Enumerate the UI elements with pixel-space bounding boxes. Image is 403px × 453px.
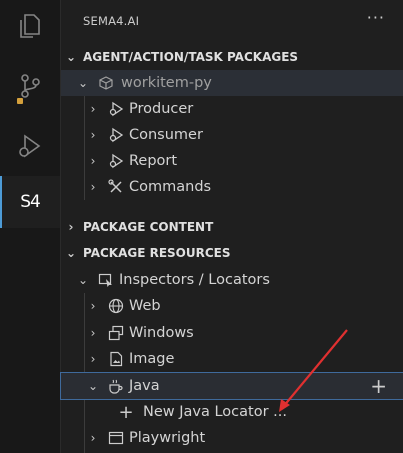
more-actions-button[interactable]: ···: [367, 8, 385, 27]
sidebar-title: SEMA4.AI: [83, 14, 140, 28]
inspectors-label: Inspectors / Locators: [119, 272, 270, 288]
locator-java[interactable]: ⌄ Java +: [60, 372, 403, 400]
task-consumer[interactable]: › Consumer: [61, 122, 403, 148]
chevron-right-icon: ›: [90, 431, 96, 445]
source-control-icon[interactable]: [0, 60, 60, 112]
task-label: Consumer: [129, 127, 203, 143]
package-label: workitem-py: [121, 75, 212, 91]
chevron-right-icon: ›: [90, 154, 96, 168]
task-label: Commands: [129, 179, 212, 195]
chevron-right-icon: ›: [68, 220, 74, 234]
chevron-right-icon: ›: [90, 352, 96, 366]
new-java-locator[interactable]: + New Java Locator ...: [61, 399, 403, 425]
locator-windows[interactable]: › Windows: [61, 320, 403, 346]
locator-label: Playwright: [129, 430, 206, 446]
inspectors-locators[interactable]: ⌄ Inspectors / Locators: [61, 267, 403, 293]
chevron-down-icon: ⌄: [77, 273, 89, 287]
section-packages[interactable]: ⌄ AGENT/ACTION/TASK PACKAGES: [61, 44, 403, 70]
run-debug-icon[interactable]: [0, 120, 60, 172]
locator-web[interactable]: › Web: [61, 293, 403, 319]
task-producer[interactable]: › Producer: [61, 96, 403, 122]
package-workitem-py[interactable]: ⌄ workitem-py: [61, 70, 403, 96]
chevron-down-icon: ⌄: [77, 76, 89, 90]
sidebar: SEMA4.AI ··· ⌄ AGENT/ACTION/TASK PACKAGE…: [60, 0, 403, 453]
add-locator-button[interactable]: +: [370, 373, 387, 399]
task-label: Report: [129, 153, 178, 169]
locator-playwright[interactable]: › Playwright: [61, 425, 403, 451]
task-label: Producer: [129, 101, 194, 117]
task-run-icon: [105, 101, 127, 117]
section-package-content[interactable]: › PACKAGE CONTENT: [61, 214, 403, 240]
chevron-down-icon: ⌄: [87, 379, 99, 393]
sema4-icon[interactable]: S4: [0, 176, 60, 228]
task-report[interactable]: › Report: [61, 148, 403, 174]
section-content-label: PACKAGE CONTENT: [83, 220, 214, 234]
plus-icon: +: [118, 401, 134, 423]
task-run-icon: [105, 127, 127, 143]
coffee-cup-icon: [105, 378, 127, 394]
package-icon: [95, 76, 117, 90]
locator-image[interactable]: › Image: [61, 346, 403, 372]
chevron-down-icon: ⌄: [65, 246, 77, 260]
sema4-label: S4: [20, 192, 41, 212]
change-badge: [17, 98, 23, 104]
locator-label: Web: [129, 298, 161, 314]
windows-icon: [105, 325, 127, 341]
chevron-right-icon: ›: [90, 102, 96, 116]
task-run-icon: [105, 153, 127, 169]
inspector-icon: [95, 272, 117, 288]
section-resources-label: PACKAGE RESOURCES: [83, 246, 231, 260]
chevron-right-icon: ›: [90, 326, 96, 340]
tools-icon: [105, 179, 127, 195]
new-java-locator-label: New Java Locator ...: [143, 404, 287, 420]
chevron-right-icon: ›: [90, 128, 96, 142]
locator-label: Image: [129, 351, 175, 367]
chevron-down-icon: ⌄: [65, 50, 77, 64]
section-packages-label: AGENT/ACTION/TASK PACKAGES: [83, 50, 299, 64]
task-commands[interactable]: › Commands: [61, 174, 403, 200]
chevron-right-icon: ›: [90, 180, 96, 194]
browser-window-icon: [105, 430, 127, 446]
explorer-icon[interactable]: [0, 0, 60, 52]
locator-label: Windows: [129, 325, 194, 341]
chevron-right-icon: ›: [90, 299, 96, 313]
locator-label: Java: [129, 378, 160, 394]
activity-bar: S4: [0, 0, 61, 453]
image-file-icon: [105, 351, 127, 367]
section-package-resources[interactable]: ⌄ PACKAGE RESOURCES: [61, 240, 403, 266]
globe-icon: [105, 298, 127, 314]
